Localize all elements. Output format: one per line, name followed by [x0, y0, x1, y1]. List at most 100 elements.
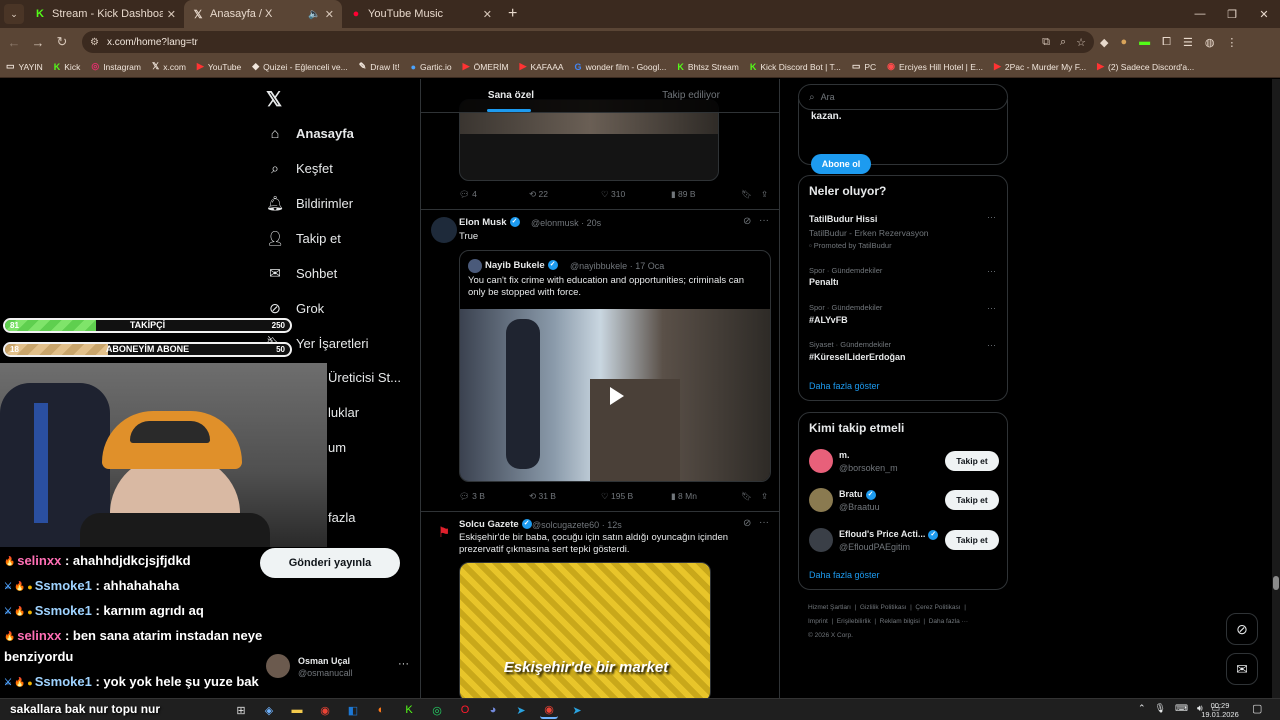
bookmark-item[interactable]: K Kick Discord Bot | T...	[750, 62, 841, 72]
chrome-icon[interactable]: ◉	[316, 701, 334, 719]
profile-avatar-icon[interactable]: ◍	[1205, 36, 1215, 49]
quoted-tweet[interactable]: Nayib Bukele ✓ @nayibbukele · 17 Oca You …	[459, 250, 771, 482]
nav-item-creator-studio[interactable]: Üreticisi St...	[328, 370, 401, 385]
views-action[interactable]: ▮ 8 Mn	[671, 491, 697, 502]
bookmark-icon[interactable]: 🔖︎	[741, 491, 752, 502]
more-icon[interactable]: ···	[987, 212, 996, 222]
copilot-icon[interactable]: ◈	[260, 701, 278, 719]
bookmark-item[interactable]: 𝕏x.com	[152, 61, 186, 72]
clock[interactable]: 00:29 19.01.2026	[1200, 701, 1240, 719]
restore-icon[interactable]: ❐	[1216, 0, 1248, 28]
account-switcher[interactable]: Osman Uçal @osmanucall ···	[266, 654, 416, 684]
bookmark-item[interactable]: ◎ Instagram	[91, 61, 141, 72]
avatar[interactable]	[809, 488, 833, 512]
telegram-icon[interactable]: ➤	[512, 701, 530, 719]
play-icon[interactable]	[610, 387, 624, 405]
footer-link[interactable]: Daha fazla ···	[929, 618, 968, 625]
footer-link[interactable]: Reklam bilgisi	[880, 618, 920, 625]
whatsapp-icon[interactable]: ◎	[428, 701, 446, 719]
repost-action[interactable]: ⟲ 22	[529, 189, 548, 200]
bookmark-item[interactable]: ✎ Draw It!	[359, 61, 400, 72]
bookmark-item[interactable]: K Bhtsz Stream	[677, 62, 739, 72]
tab-x-home[interactable]: 𝕏 Anasayfa / X 🔈 ✕	[184, 0, 342, 28]
avatar[interactable]: ⚑	[431, 519, 457, 545]
more-icon[interactable]: ···	[759, 517, 769, 528]
nav-item-home[interactable]: ⌂ Anasayfa	[266, 125, 354, 141]
like-action[interactable]: ♡ 310	[601, 189, 625, 200]
bookmark-item[interactable]: ▭ PC	[852, 61, 876, 72]
follow-button[interactable]: Takip et	[945, 530, 999, 550]
microphone-icon[interactable]: 🎙︎	[1155, 703, 1166, 714]
show-more-link[interactable]: Daha fazla göster	[809, 570, 880, 580]
bookmark-item[interactable]: ▶ ÖMERİM	[463, 61, 509, 72]
bookmark-item[interactable]: ▶ (2) Sadece Discord'a...	[1097, 61, 1194, 72]
suggestion-name[interactable]: Bratu ✓	[839, 489, 876, 500]
notification-icon[interactable]: ▢	[1252, 702, 1262, 715]
tab-for-you[interactable]: Sana özel	[421, 79, 601, 112]
bookmark-item[interactable]: ◆ Quizei - Eğlenceli ve...	[252, 61, 348, 72]
messages-button[interactable]: ✉	[1226, 653, 1258, 685]
firefox-icon[interactable]: ◐	[372, 701, 390, 719]
nav-item-communities[interactable]: luklar	[328, 405, 359, 420]
reply-action[interactable]: 💬︎ 3 B	[459, 491, 485, 502]
scrollbar-thumb[interactable]	[1273, 576, 1279, 590]
tweet-author[interactable]: Solcu Gazete ✓	[459, 519, 532, 530]
bookmark-item[interactable]: ▭ YAYIN	[6, 61, 43, 72]
nav-item-messages[interactable]: ✉ Sohbet	[266, 265, 337, 282]
speaker-icon[interactable]: 🔈	[308, 9, 320, 20]
tab-following[interactable]: Takip ediliyor	[601, 79, 779, 112]
footer-link[interactable]: Hizmet Şartları	[808, 604, 851, 611]
scrollbar[interactable]	[1272, 79, 1280, 698]
kick-icon[interactable]: K	[400, 701, 418, 719]
bookmark-item[interactable]: ◉ Erciyes Hill Hotel | E...	[887, 61, 983, 72]
video-player[interactable]: Eskişehir'de bir market	[459, 562, 711, 698]
new-tab-button[interactable]: +	[508, 5, 517, 23]
repost-action[interactable]: ⟲ 31 B	[529, 491, 556, 502]
task-view-icon[interactable]: ⊞	[232, 701, 250, 719]
post-button[interactable]: Gönderi yayınla	[260, 548, 400, 578]
discord-icon[interactable]: ◕	[484, 701, 502, 719]
nav-item-more[interactable]: fazla	[328, 510, 355, 525]
video-player[interactable]	[460, 309, 770, 481]
extension-icon[interactable]: ◆	[1100, 36, 1108, 49]
tab-search-button[interactable]: ⌄	[4, 4, 24, 24]
avatar[interactable]	[809, 449, 833, 473]
suggestion-name[interactable]: Efloud's Price Acti... ✓	[839, 529, 939, 540]
like-action[interactable]: ♡ 195 B	[601, 491, 633, 502]
avatar[interactable]	[809, 528, 833, 552]
more-icon[interactable]: ···	[759, 215, 769, 226]
extension-icon[interactable]: ▬	[1139, 36, 1150, 48]
follow-button[interactable]: Takip et	[945, 490, 999, 510]
tweet-author[interactable]: Elon Musk ✓	[459, 217, 520, 228]
zoom-icon[interactable]: ⌕	[1060, 36, 1066, 49]
outlook-icon[interactable]: ◧	[344, 701, 362, 719]
footer-link[interactable]: Gizlilik Politikası	[860, 604, 907, 611]
trend-name[interactable]: TatilBudur Hissi	[809, 214, 877, 224]
minimize-icon[interactable]: —	[1184, 0, 1216, 28]
bookmark-icon[interactable]: 🔖︎	[741, 189, 752, 200]
file-explorer-icon[interactable]: ▬	[288, 701, 306, 719]
close-window-icon[interactable]: ✕	[1248, 0, 1280, 28]
close-icon[interactable]: ✕	[483, 8, 492, 21]
install-icon[interactable]: ⧉	[1042, 36, 1050, 49]
more-icon[interactable]: ···	[987, 340, 996, 350]
nav-item-explore[interactable]: ⌕ Keşfet	[266, 160, 333, 177]
menu-icon[interactable]: ⋮	[1226, 36, 1237, 49]
tab-kick-dashboard[interactable]: K Stream - Kick Dashboard ✕	[26, 0, 184, 28]
address-bar[interactable]: ⚙ x.com/home?lang=tr ⧉ ⌕ ☆	[82, 31, 1094, 53]
grok-button[interactable]: ⊘	[1226, 613, 1258, 645]
reading-list-icon[interactable]: ☰	[1183, 36, 1193, 49]
close-icon[interactable]: ✕	[325, 8, 334, 21]
nav-item-notifications[interactable]: 🔔︎ Bildirimler	[266, 195, 353, 212]
x-logo-icon[interactable]: 𝕏	[266, 87, 282, 112]
bookmark-item[interactable]: ● Gartic.io	[411, 62, 452, 72]
trend-name[interactable]: #KüreselLiderErdoğan	[809, 352, 906, 362]
bookmark-item[interactable]: ▶ KAFAAA	[520, 61, 564, 72]
share-icon[interactable]: ⇪	[761, 189, 768, 200]
subscribe-button[interactable]: Abone ol	[811, 154, 871, 174]
more-icon[interactable]: ···	[987, 303, 996, 313]
follow-button[interactable]: Takip et	[945, 451, 999, 471]
network-icon[interactable]: ⌨	[1175, 703, 1188, 714]
bookmark-item[interactable]: Gwonder film - Googl...	[575, 62, 667, 72]
forward-icon[interactable]: →	[26, 35, 50, 50]
